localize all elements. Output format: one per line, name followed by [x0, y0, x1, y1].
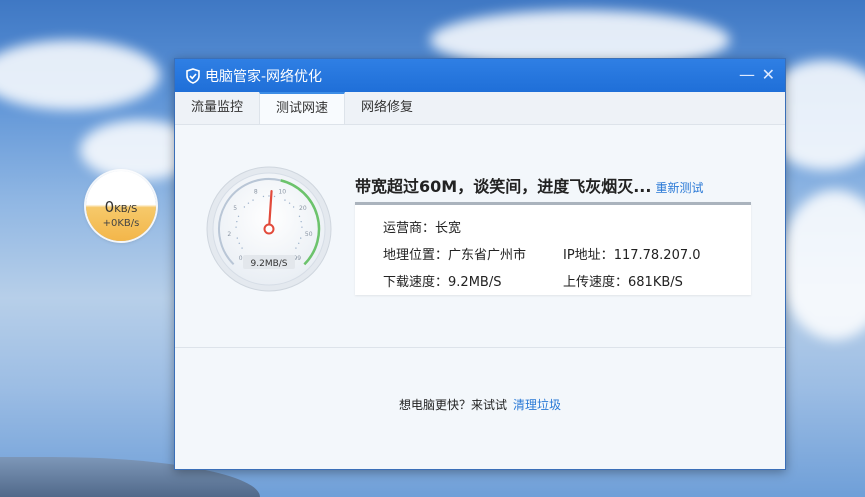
tab-network-repair[interactable]: 网络修复	[345, 92, 429, 124]
minimize-icon[interactable]: —	[739, 65, 755, 84]
promo-text: 想电脑更快？来试试	[398, 398, 507, 412]
network-optimizer-window: 电脑管家-网络优化 — ✕ 流量监控 测试网速 网络修复 0 2 5 8 10 20 50 9…	[174, 58, 786, 470]
download-rate: 0KB/S	[104, 198, 138, 216]
gauge-minor-tick	[243, 206, 246, 208]
gauge-minor-tick	[284, 199, 286, 201]
tab-bar: 流量监控 测试网速 网络修复	[175, 92, 785, 125]
gauge-minor-tick	[237, 215, 240, 218]
gauge-minor-tick	[292, 206, 295, 208]
gauge-minor-tick	[241, 247, 243, 249]
ip-label: IP地址：	[563, 248, 614, 263]
gauge-minor-tick	[236, 220, 238, 223]
tab-traffic-monitor[interactable]: 流量监控	[175, 92, 259, 124]
gauge-minor-tick	[238, 242, 240, 245]
gauge-minor-tick	[236, 237, 238, 239]
background-cloud	[780, 190, 865, 340]
result-info-box: 运营商：长宽 地理位置：广东省广州市 IP地址：117.78.207.0 下载速…	[355, 202, 751, 295]
gauge-minor-tick	[300, 220, 302, 223]
gauge-minor-tick	[235, 226, 237, 228]
background-cloud	[0, 40, 160, 110]
gauge-tick-label: 50	[305, 231, 313, 238]
isp-value: 长宽	[435, 221, 462, 236]
gauge-minor-tick	[298, 242, 300, 245]
gauge-readout: 9.2MB/S	[251, 259, 288, 269]
gauge-tick-label: 10	[278, 189, 286, 196]
gauge-tick-label: 5	[233, 205, 237, 212]
download-label: 下载速度：	[383, 275, 449, 290]
upload-value: 681KB/S	[628, 275, 683, 290]
download-value: 9.2MB/S	[448, 275, 502, 290]
location-label: 地理位置：	[383, 248, 449, 263]
speed-ball-widget[interactable]: 0KB/S +0KB/s	[86, 171, 156, 241]
gauge-tick-label: 2	[227, 231, 231, 238]
ip-value: 117.78.207.0	[613, 248, 701, 263]
close-icon[interactable]: ✕	[762, 65, 775, 84]
promo-line: 想电脑更快？来试试 清理垃圾	[175, 396, 785, 413]
result-headline: 带宽超过60M，谈笑间，进度飞灰烟灭... 重新测试	[355, 177, 704, 196]
window-title: 电脑管家-网络优化	[205, 68, 323, 85]
section-divider	[175, 347, 785, 348]
gauge-minor-tick	[273, 195, 276, 198]
gauge-minor-tick	[288, 202, 291, 204]
upload-rate: +0KB/s	[102, 218, 140, 229]
tab-speed-test[interactable]: 测试网速	[259, 92, 346, 124]
gauge-minor-tick	[247, 202, 250, 204]
retest-link[interactable]: 重新测试	[655, 181, 703, 195]
speed-gauge: 0 2 5 8 10 20 50 99 9.2MB/S	[205, 165, 333, 293]
gauge-tick-label: 20	[299, 205, 307, 212]
ip-row: IP地址：117.78.207.0	[563, 244, 701, 263]
gauge-minor-tick	[300, 237, 302, 239]
isp-label: 运营商：	[383, 221, 436, 236]
title-bar[interactable]: 电脑管家-网络优化 — ✕	[175, 59, 785, 92]
upload-row: 上传速度：681KB/S	[563, 271, 683, 290]
upload-label: 上传速度：	[563, 275, 629, 290]
gauge-tick-label: 8	[254, 189, 258, 196]
speed-test-panel: 0 2 5 8 10 20 50 99 9.2MB/S 带宽超过60M，谈笑间，进度飞灰烟灭.…	[175, 125, 785, 468]
gauge-minor-tick	[252, 199, 254, 201]
clean-junk-link[interactable]: 清理垃圾	[513, 398, 561, 412]
gauge-minor-tick	[301, 226, 303, 228]
location-row: 地理位置：广东省广州市	[383, 244, 526, 263]
gauge-minor-tick	[295, 247, 297, 249]
gauge-tick-label: 0	[239, 255, 243, 262]
location-value: 广东省广州市	[448, 248, 527, 263]
shield-icon	[186, 67, 200, 84]
isp-row: 运营商：长宽	[383, 217, 461, 236]
download-row: 下载速度：9.2MB/S	[383, 271, 501, 290]
gauge-minor-tick	[262, 195, 265, 198]
gauge-minor-tick	[268, 195, 270, 197]
gauge-minor-tick	[298, 215, 301, 218]
